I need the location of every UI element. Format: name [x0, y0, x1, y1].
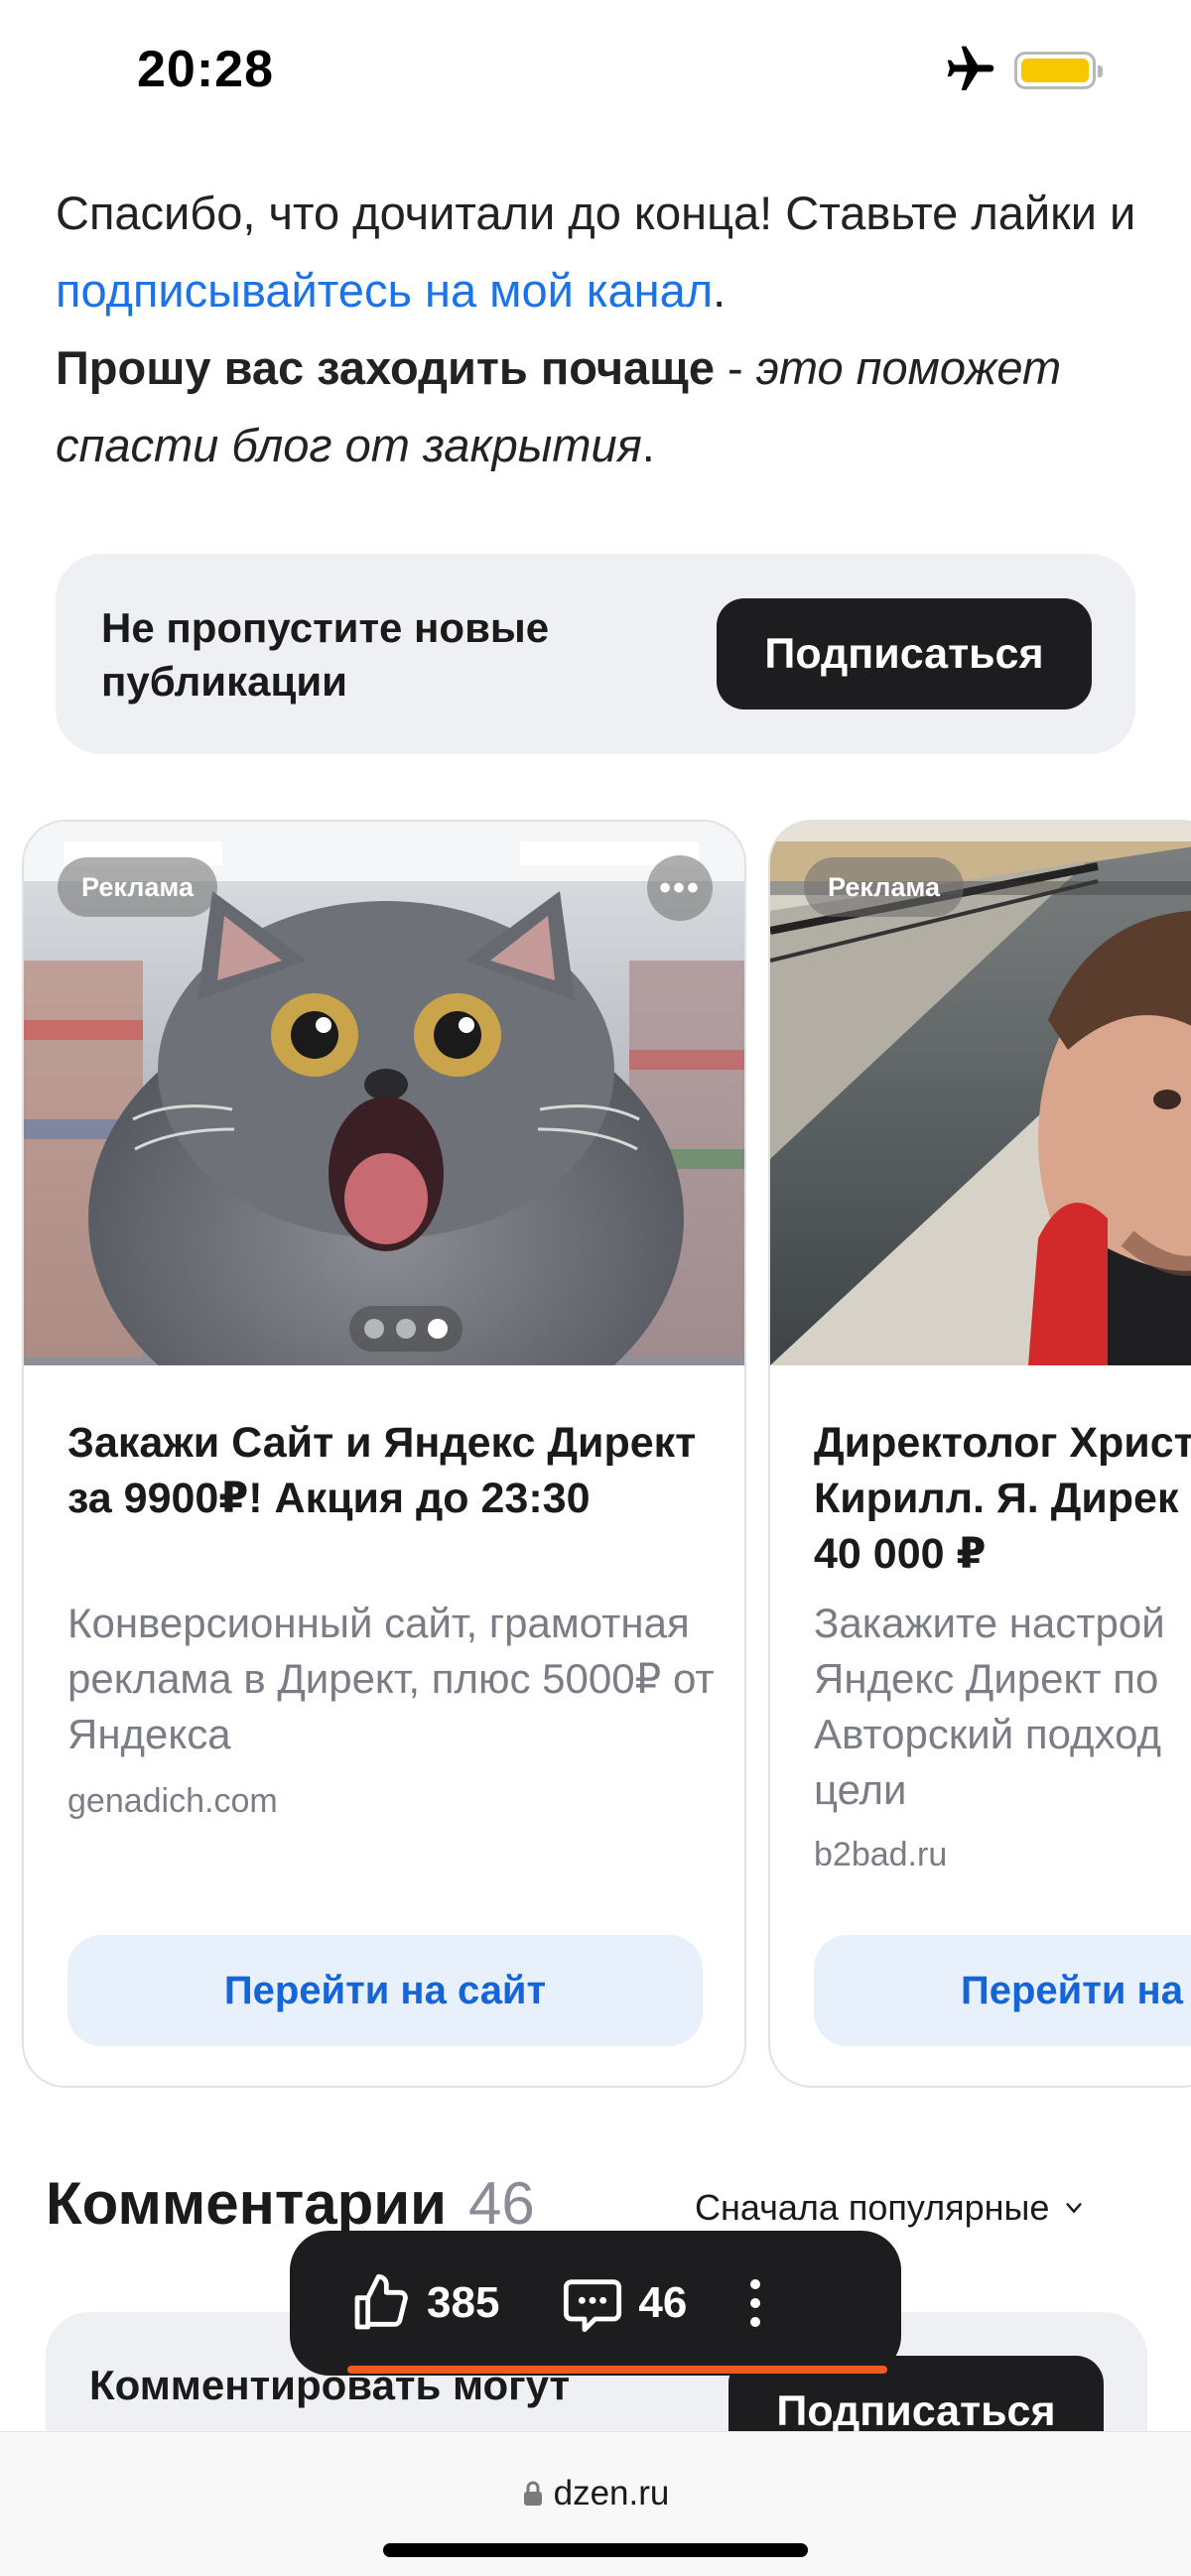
- article-thanks-text: Спасибо, что дочитали до конца! Ставьте …: [56, 187, 1136, 239]
- ad-title[interactable]: Директолог Христ Кирилл. Я. Дирек от 40 …: [814, 1415, 1191, 1582]
- home-indicator[interactable]: [383, 2543, 808, 2557]
- thumbs-up-icon: [354, 2273, 408, 2330]
- article-dot: .: [713, 264, 727, 317]
- comments-count: 46: [468, 2170, 535, 2237]
- subscribe-box: Не пропустите новые публикации Подписать…: [56, 554, 1135, 754]
- status-bar: 20:28: [0, 0, 1191, 139]
- ad-title[interactable]: Закажи Сайт и Яндекс Директ за 9900₽! Ак…: [67, 1415, 723, 1526]
- battery-level: [1021, 59, 1089, 82]
- ad-domain: b2bad.ru: [814, 1836, 948, 1873]
- battery-tip: [1098, 65, 1103, 77]
- airplane-icon: [947, 46, 994, 90]
- ad-image-cat[interactable]: Реклама •••: [24, 822, 744, 1365]
- article-ending: Спасибо, что дочитали до конца! Ставьте …: [56, 175, 1137, 484]
- more-vertical-icon[interactable]: [750, 2279, 761, 2327]
- ad-domain: genadich.com: [67, 1782, 278, 1820]
- subscribe-button[interactable]: Подписаться: [717, 598, 1092, 709]
- ad-badge: Реклама: [58, 857, 217, 917]
- subscribe-prompt: Не пропустите новые публикации: [101, 604, 550, 705]
- visit-site-button[interactable]: Перейти на сайт: [67, 1935, 703, 2046]
- reading-progress-bar: [347, 2366, 887, 2374]
- battery-icon: [1014, 52, 1103, 89]
- ad-card[interactable]: Реклама ••• Закажи Сайт и Яндекс Директ …: [22, 820, 746, 2088]
- carousel-dot-active: [428, 1319, 448, 1339]
- article-bold-text: Прошу вас заходить почаще: [56, 341, 715, 394]
- comments-heading: Комментарии 46: [46, 2169, 535, 2238]
- carousel-dot: [364, 1319, 384, 1339]
- sort-label: Сначала популярные: [695, 2187, 1050, 2228]
- comments-button[interactable]: 46: [561, 2271, 687, 2335]
- like-button[interactable]: 385: [349, 2271, 499, 2335]
- visit-site-button[interactable]: Перейти на: [814, 1935, 1191, 2046]
- lock-icon: [523, 2481, 542, 2506]
- carousel-dot: [396, 1319, 416, 1339]
- chevron-down-icon: [1066, 2203, 1083, 2214]
- url-field[interactable]: dzen.ru: [0, 2474, 1191, 2513]
- status-time: 20:28: [137, 41, 274, 98]
- floating-action-bar: 385 46: [290, 2231, 901, 2376]
- article-end-dot: .: [641, 419, 655, 471]
- channel-subscribe-link[interactable]: подписывайтесь на мой канал: [56, 264, 713, 317]
- likes-count: 385: [427, 2278, 500, 2327]
- comment-icon: [564, 2279, 622, 2333]
- carousel-dots: [349, 1306, 463, 1352]
- ad-badge: Реклама: [804, 857, 964, 917]
- ad-card[interactable]: Реклама Директолог Христ Кирилл. Я. Дире…: [768, 820, 1191, 2088]
- more-options-icon[interactable]: •••: [647, 855, 713, 921]
- article-dash: -: [714, 341, 756, 394]
- url-text: dzen.ru: [553, 2474, 670, 2512]
- comments-sort-dropdown[interactable]: Сначала популярные: [695, 2187, 1085, 2229]
- comments-count-button: 46: [638, 2278, 688, 2327]
- browser-address-bar: dzen.ru: [0, 2431, 1191, 2576]
- ad-image-canal[interactable]: Реклама: [770, 822, 1191, 1365]
- comments-title: Комментарии: [46, 2170, 448, 2237]
- ad-description: Конверсионный сайт, грамотная реклама в …: [67, 1600, 715, 1757]
- ad-description: Закажите настрой Яндекс Директ по Авторс…: [814, 1600, 1165, 1813]
